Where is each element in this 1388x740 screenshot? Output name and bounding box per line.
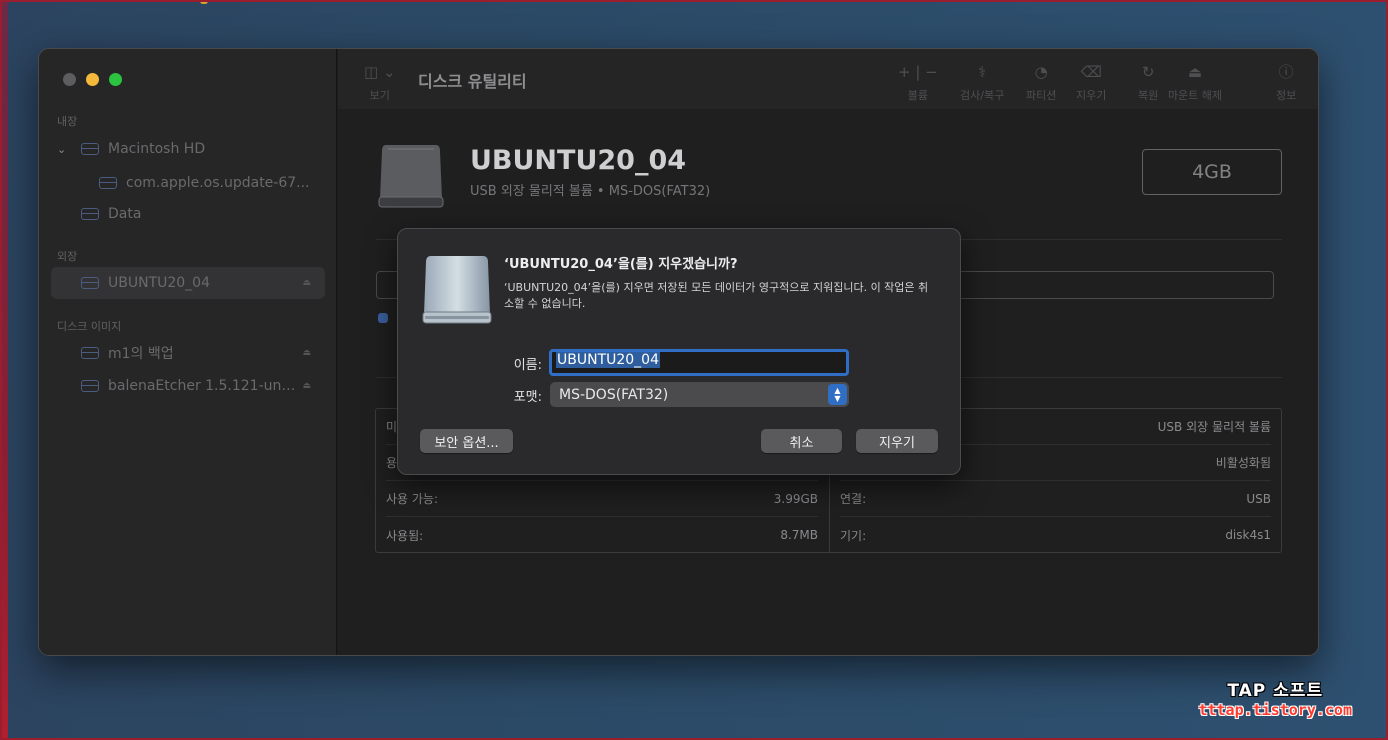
sidebar-item-label: UBUNTU20_04 xyxy=(108,275,210,291)
info-label: 사용됨: xyxy=(386,528,424,543)
minimize-button[interactable] xyxy=(86,73,99,86)
sidebar-section-disk-images: 디스크 이미지 xyxy=(57,320,122,333)
sidebar-item-macintosh-hd[interactable]: ⌄ Macintosh HD xyxy=(51,133,325,165)
sidebar-item-m1-backup[interactable]: m1의 백업 ⏏ xyxy=(51,337,325,369)
info-row-connection: 연결: USB xyxy=(840,481,1271,517)
info-label: 연결: xyxy=(840,492,867,506)
sidebar-item-label: Data xyxy=(108,206,142,222)
restore-icon: ↻ xyxy=(1141,63,1155,81)
sidebar: 내장 ⌄ Macintosh HD com.apple.os.update-67… xyxy=(39,49,337,655)
cursor xyxy=(200,0,208,4)
info-icon: ⓘ xyxy=(1278,63,1294,81)
external-disk-icon xyxy=(81,277,99,289)
sidebar-icon: ◫ ⌄ xyxy=(364,63,396,81)
info-label: 사용 가능: xyxy=(386,492,439,506)
sidebar-item-data[interactable]: Data xyxy=(51,198,325,230)
sidebar-item-ubuntu[interactable]: UBUNTU20_04 ⏏ xyxy=(51,267,325,299)
volume-label: 볼륨 xyxy=(907,89,928,102)
eject-icon[interactable]: ⏏ xyxy=(302,348,311,358)
info-label: 미 xyxy=(386,420,398,434)
eject-icon[interactable]: ⏏ xyxy=(302,278,311,288)
sidebar-item-label: m1의 백업 xyxy=(108,346,174,362)
capacity-box: 4GB xyxy=(1142,149,1282,195)
info-value: 비활성화됨 xyxy=(1215,456,1271,470)
format-select[interactable]: MS-DOS(FAT32) ▲ ▼ xyxy=(550,382,849,407)
window-title: 디스크 유틸리티 xyxy=(418,72,527,91)
sidebar-item-label: Macintosh HD xyxy=(108,141,206,157)
name-field-value: UBUNTU20_04 xyxy=(556,352,660,368)
disk-image-icon xyxy=(81,380,99,392)
eject-icon[interactable]: ⏏ xyxy=(302,381,311,391)
erase-button[interactable]: 지우기 xyxy=(856,429,938,453)
desktop-edge xyxy=(0,0,8,740)
erase-label: 지우기 xyxy=(1076,89,1107,102)
info-label: 용 xyxy=(386,456,398,470)
restore-button[interactable]: ↻ 복원 xyxy=(1138,61,1158,103)
view-button[interactable]: ◫ ⌄ 보기 xyxy=(364,61,396,103)
usb-drive-icon xyxy=(378,145,444,208)
watermark-url: tttap.tistory.com xyxy=(1198,701,1352,719)
unmount-button[interactable]: ⏏ 마운트 해제 xyxy=(1165,61,1225,103)
erase-icon: ⌫ xyxy=(1080,63,1102,81)
volume-icon xyxy=(99,177,117,189)
dialog-title: ‘UBUNTU20_04’을(를) 지우겠습니까? xyxy=(504,257,738,272)
watermark-title: TAP 소프트 xyxy=(1227,681,1324,701)
erase-toolbar-button[interactable]: ⌫ 지우기 xyxy=(1076,61,1106,103)
sidebar-item-balena-etcher[interactable]: balenaEtcher 1.5.121-uni... ⏏ xyxy=(51,370,325,402)
first-aid-label: 검사/복구 xyxy=(960,89,1005,102)
name-label: 이름: xyxy=(513,358,542,373)
sidebar-section-internal: 내장 xyxy=(57,115,78,128)
partition-icon: ◔ xyxy=(1034,63,1048,81)
info-label: 기기: xyxy=(840,528,867,543)
format-label: 포맷: xyxy=(513,390,542,405)
info-button[interactable]: ⓘ 정보 xyxy=(1276,61,1296,103)
info-row-device: 기기: disk4s1 xyxy=(840,517,1271,553)
usage-legend-dot xyxy=(378,313,388,323)
info-value: 8.7MB xyxy=(780,528,818,542)
info-value: 3.99GB xyxy=(773,491,818,506)
name-field[interactable]: UBUNTU20_04 xyxy=(549,349,849,376)
usb-drive-icon xyxy=(422,256,492,324)
info-value: USB 외장 물리적 볼륨 xyxy=(1157,420,1271,434)
volume-subtitle: USB 외장 물리적 볼륨 • MS-DOS(FAT32) xyxy=(470,184,711,199)
view-label: 보기 xyxy=(369,89,390,102)
sidebar-item-update-volume[interactable]: com.apple.os.update-67... xyxy=(51,167,325,199)
plus-minus-icon: + | − xyxy=(898,63,938,81)
maximize-button[interactable] xyxy=(109,73,122,86)
info-value: disk4s1 xyxy=(1225,528,1271,542)
info-row-available: 사용 가능: 3.99GB xyxy=(386,481,818,517)
sidebar-item-label: balenaEtcher 1.5.121-uni... xyxy=(108,378,298,394)
info-row-used: 사용됨: 8.7MB xyxy=(386,517,818,553)
info-value: USB xyxy=(1246,491,1271,506)
chevron-down-icon[interactable]: ⌄ xyxy=(57,143,66,156)
volume-button[interactable]: + | − 볼륨 xyxy=(898,61,938,103)
volume-icon xyxy=(81,208,99,220)
partition-button[interactable]: ◔ 파티션 xyxy=(1026,61,1056,103)
internal-disk-icon xyxy=(81,143,99,155)
partition-label: 파티션 xyxy=(1026,89,1057,102)
cancel-button[interactable]: 취소 xyxy=(761,429,842,453)
sidebar-item-label: com.apple.os.update-67... xyxy=(126,175,310,191)
format-select-value: MS-DOS(FAT32) xyxy=(559,386,669,403)
chevron-updown-icon: ▲ ▼ xyxy=(828,384,847,405)
watermark: TAP 소프트 tttap.tistory.com xyxy=(1198,676,1352,719)
disk-image-icon xyxy=(81,347,99,359)
erase-dialog: ‘UBUNTU20_04’을(를) 지우겠습니까? ‘UBUNTU20_04’을… xyxy=(397,228,961,475)
unmount-icon: ⏏ xyxy=(1187,63,1203,81)
volume-name: UBUNTU20_04 xyxy=(470,145,687,176)
stethoscope-icon: ⚕ xyxy=(978,63,987,81)
first-aid-button[interactable]: ⚕ 검사/복구 xyxy=(960,61,1004,103)
security-options-button[interactable]: 보안 옵션... xyxy=(420,429,513,453)
unmount-label: 마운트 해제 xyxy=(1167,89,1223,102)
sidebar-section-external: 외장 xyxy=(57,250,78,263)
dialog-message: ‘UBUNTU20_04’을(를) 지우면 저장된 모든 데이터가 영구적으로 … xyxy=(504,281,929,310)
toolbar: ◫ ⌄ 보기 디스크 유틸리티 + | − 볼륨 ⚕ 검사/복구 ◔ 파티션 ⌫… xyxy=(338,49,1318,109)
close-button[interactable] xyxy=(63,73,76,86)
restore-label: 복원 xyxy=(1138,89,1159,102)
info-label: 정보 xyxy=(1276,89,1297,102)
